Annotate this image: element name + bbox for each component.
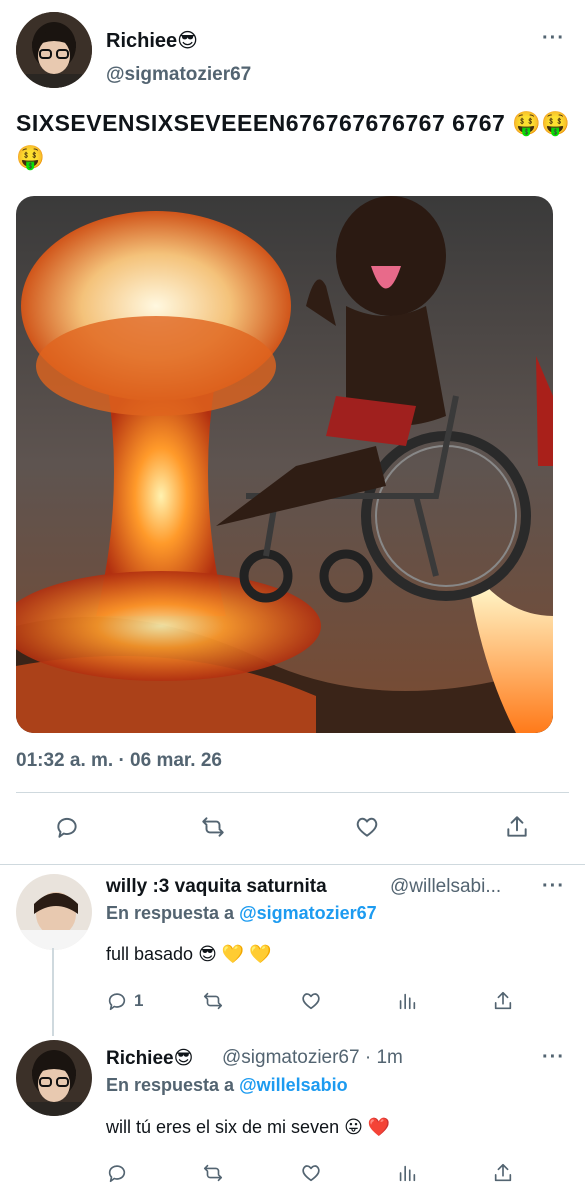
reply-author-handle[interactable]: @willelsabi... (390, 876, 501, 898)
views-icon (399, 1165, 416, 1182)
reply-avatar[interactable] (16, 1040, 92, 1116)
views-button[interactable] (396, 1162, 418, 1184)
reply-author-name[interactable]: Richiee😎 (106, 1047, 193, 1070)
author-avatar[interactable] (16, 12, 92, 88)
like-icon (302, 993, 320, 1010)
reply-text: will tú eres el six de mi seven 😛 ❤️ (106, 1117, 391, 1137)
divider (0, 864, 585, 865)
share-icon (507, 816, 527, 837)
reply-author-handle[interactable]: @sigmatozier67 · 1m (222, 1047, 403, 1069)
reply-count: 1 (134, 991, 144, 1010)
like-button[interactable] (354, 814, 380, 840)
retweet-button[interactable] (202, 990, 224, 1012)
thread-line (52, 948, 54, 1036)
share-button[interactable] (504, 814, 530, 840)
reply-icon (108, 1165, 126, 1183)
author-handle[interactable]: @sigmatozier67 (106, 64, 251, 86)
tweet-image[interactable] (16, 196, 553, 733)
reply-to-line: En respuesta a @sigmatozier67 (106, 903, 377, 924)
share-icon (494, 1163, 512, 1182)
reply-to-line: En respuesta a @willelsabio (106, 1075, 348, 1096)
reply-to-prefix: En respuesta a (106, 1075, 240, 1095)
tweet-text: SIXSEVENSIXSEVEEEN676767676767 6767 🤑🤑🤑 (16, 110, 571, 170)
retweet-icon (203, 1164, 223, 1182)
retweet-icon (202, 817, 224, 837)
more-icon[interactable]: ··· (542, 28, 565, 48)
reply-icon (108, 993, 126, 1011)
like-icon (302, 1165, 320, 1182)
retweet-button[interactable] (202, 1162, 224, 1184)
reply-mention-link[interactable]: @willelsabio (239, 1075, 348, 1095)
like-icon (356, 817, 378, 837)
share-button[interactable] (492, 990, 514, 1012)
like-button[interactable] (300, 990, 322, 1012)
views-icon (399, 993, 416, 1010)
more-icon[interactable]: ··· (542, 1047, 565, 1067)
reply-button[interactable] (106, 1162, 128, 1184)
views-button[interactable] (396, 990, 418, 1012)
author-name[interactable]: Richiee😎 (106, 28, 198, 53)
retweet-button[interactable] (200, 814, 226, 840)
reply-text: full basado 😎 💛 💛 (106, 944, 272, 964)
reply-avatar[interactable] (16, 874, 92, 950)
like-button[interactable] (300, 1162, 322, 1184)
reply-button[interactable]: 1 (106, 990, 143, 1012)
share-icon (494, 991, 512, 1010)
reply-icon (57, 817, 77, 838)
tweet-timestamp[interactable]: 01:32 a. m. · 06 mar. 26 (16, 750, 222, 772)
reply-mention-link[interactable]: @sigmatozier67 (239, 903, 377, 923)
retweet-icon (203, 992, 223, 1010)
reply-author-name[interactable]: willy :3 vaquita saturnita (106, 876, 327, 898)
more-icon[interactable]: ··· (542, 876, 565, 896)
reply-button[interactable] (54, 814, 80, 840)
share-button[interactable] (492, 1162, 514, 1184)
reply-to-prefix: En respuesta a (106, 903, 240, 923)
divider (16, 792, 569, 793)
